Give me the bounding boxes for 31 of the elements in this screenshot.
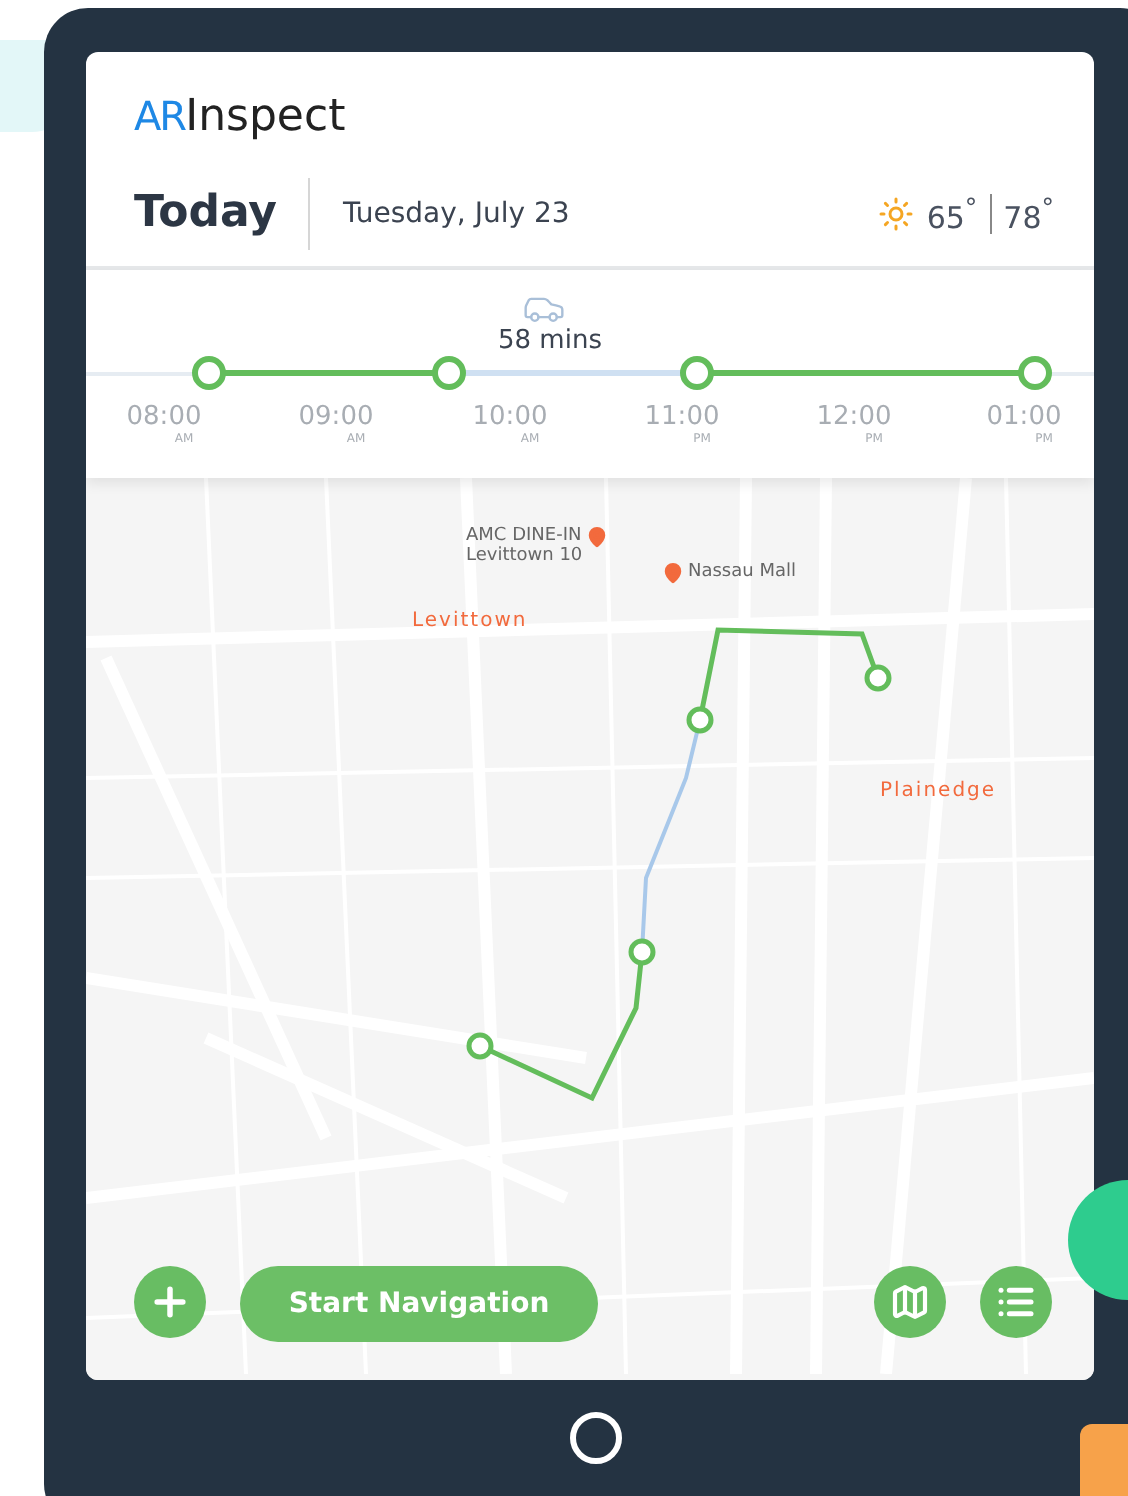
map-icon	[890, 1282, 930, 1322]
pin-icon	[586, 526, 609, 548]
page-title: Today	[134, 178, 311, 250]
place-label: Levittown	[412, 610, 528, 632]
place-label: Plainedge	[880, 780, 997, 802]
home-button[interactable]	[570, 1412, 622, 1464]
time-label: 11:00	[644, 402, 720, 432]
sun-icon	[878, 196, 915, 232]
date-label: Tuesday, July 23	[342, 198, 572, 230]
low-temperature: 65$^{°}$	[926, 192, 978, 236]
start-navigation-button[interactable]: Start Navigation	[240, 1266, 598, 1342]
time-label: 09:00	[298, 402, 374, 432]
time-label: 10:00	[472, 402, 548, 432]
stop-marker[interactable]	[432, 356, 466, 390]
add-button[interactable]	[134, 1266, 206, 1338]
time-label: 08:00	[126, 402, 202, 432]
time-label: 12:00	[816, 402, 892, 432]
poi-label: AMC DINE-IN Levittown 10	[466, 526, 583, 566]
list-icon	[996, 1282, 1036, 1322]
plus-icon	[148, 1280, 192, 1324]
list-view-button[interactable]	[980, 1266, 1052, 1338]
pin-icon	[662, 562, 684, 584]
poi-label: Nassau Mall	[688, 562, 796, 582]
high-temperature: 78$^{°}$	[1003, 192, 1054, 236]
travel-duration: 58 mins	[498, 326, 602, 356]
stop-marker[interactable]	[680, 356, 714, 390]
time-label: 01:00	[986, 402, 1062, 432]
app-logo: ARInspect	[134, 92, 348, 142]
stop-marker[interactable]	[192, 356, 226, 390]
stop-marker[interactable]	[1018, 356, 1052, 390]
map-view-button[interactable]	[874, 1266, 946, 1338]
